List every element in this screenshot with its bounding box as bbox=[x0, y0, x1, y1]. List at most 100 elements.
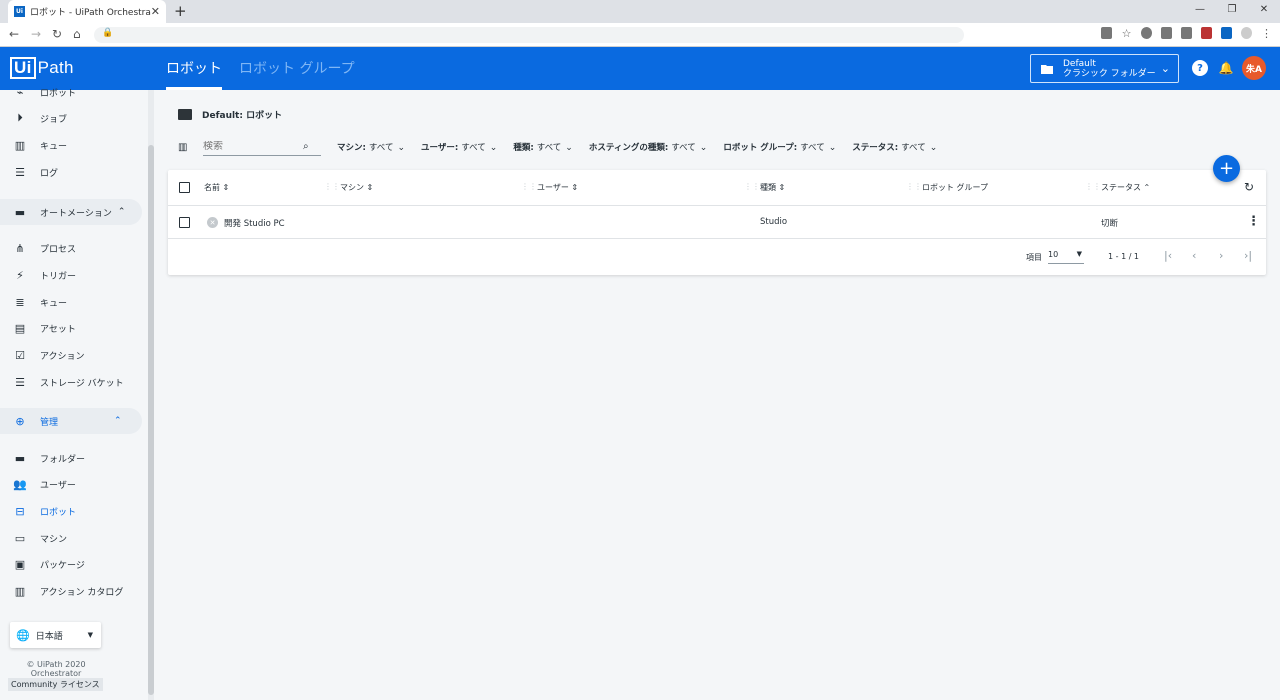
translate-icon[interactable] bbox=[1101, 27, 1112, 39]
sidebar-item-storage-buckets[interactable]: ☰ ストレージ バケット bbox=[12, 372, 124, 392]
previous-page-icon[interactable]: ‹ bbox=[1192, 249, 1196, 262]
reload-icon[interactable]: ↻ bbox=[52, 27, 62, 41]
filter-status[interactable]: ステータス: すべて ⌄ bbox=[852, 141, 937, 153]
page-size-label: 項目 bbox=[1026, 253, 1042, 262]
column-resize-handle[interactable]: ⋮⋮ bbox=[521, 182, 537, 191]
restore-button[interactable]: ❐ bbox=[1216, 0, 1248, 23]
sidebar-item-robots[interactable]: ⌁ ロボット bbox=[12, 82, 76, 102]
add-robot-button[interactable]: + bbox=[1213, 155, 1240, 182]
package-icon: ▣ bbox=[14, 557, 26, 571]
avatar[interactable]: 朱A bbox=[1242, 56, 1266, 80]
search-input[interactable] bbox=[203, 141, 303, 152]
sidebar-section-automation[interactable]: ▬ オートメーション ⌃ bbox=[0, 199, 142, 225]
filter-type[interactable]: 種類: すべて ⌄ bbox=[513, 141, 573, 153]
column-resize-handle[interactable]: ⋮⋮ bbox=[906, 182, 922, 191]
sidebar-scroll-thumb[interactable] bbox=[148, 145, 154, 695]
sidebar-item-robots-admin[interactable]: ⊟ ロボット bbox=[12, 501, 76, 521]
search-icon[interactable]: ⌕ bbox=[303, 141, 309, 152]
row-checkbox[interactable] bbox=[179, 217, 190, 228]
help-icon[interactable]: ? bbox=[1192, 60, 1208, 76]
table-row[interactable]: ✕ 開発 Studio PC Studio 切断 ⋮ bbox=[168, 207, 1266, 239]
pdf-icon[interactable] bbox=[1201, 27, 1212, 39]
column-header-status[interactable]: ステータス ⌃ bbox=[1101, 182, 1150, 193]
product-name: Orchestrator bbox=[30, 669, 82, 678]
camera-icon[interactable] bbox=[1161, 27, 1172, 39]
more-options-icon[interactable]: ⋮ bbox=[1247, 214, 1260, 229]
sidebar-item-action-catalogs[interactable]: ▥ アクション カタログ bbox=[12, 581, 124, 601]
last-page-icon[interactable]: ›| bbox=[1244, 249, 1252, 262]
sidebar-item-processes[interactable]: ⋔ プロセス bbox=[12, 238, 76, 258]
filter-hosting-type[interactable]: ホスティングの種類: すべて ⌄ bbox=[589, 141, 707, 153]
close-window-button[interactable]: ✕ bbox=[1248, 0, 1280, 23]
column-resize-handle[interactable]: ⋮⋮ bbox=[1085, 182, 1101, 191]
robot-icon: ⊟ bbox=[15, 504, 25, 518]
tab-close-icon[interactable]: ✕ bbox=[151, 5, 160, 18]
extension-icon[interactable] bbox=[1181, 27, 1192, 39]
address-bar-row: ← → ↻ ⌂ 🔒 ☆ ⋮ bbox=[0, 23, 1280, 47]
chevron-up-icon: ⌃ bbox=[117, 207, 126, 217]
tab-robot-groups[interactable]: ロボット グループ bbox=[239, 47, 355, 90]
minimize-button[interactable]: — bbox=[1184, 0, 1216, 23]
extension-icons: ☆ ⋮ bbox=[1101, 27, 1272, 40]
select-all-checkbox[interactable] bbox=[179, 182, 190, 193]
column-header-type[interactable]: 種類 ⇕ bbox=[760, 182, 785, 193]
uipath-logo[interactable]: Ui Path bbox=[10, 57, 74, 79]
column-header-user[interactable]: ユーザー ⇕ bbox=[537, 182, 578, 193]
column-resize-handle[interactable]: ⋮⋮ bbox=[744, 182, 760, 191]
column-header-name[interactable]: 名前 ⇕ bbox=[204, 182, 229, 193]
refresh-icon[interactable]: ↻ bbox=[1244, 180, 1254, 194]
sidebar-item-jobs[interactable]: ⏵ ジョブ bbox=[12, 108, 67, 128]
menu-dots-icon[interactable]: ⋮ bbox=[1261, 27, 1272, 40]
breadcrumb: Default: ロボット bbox=[178, 108, 282, 121]
robot-icon: ⌁ bbox=[16, 85, 24, 99]
column-header-machine[interactable]: マシン ⇕ bbox=[340, 182, 373, 193]
column-header-robot-group[interactable]: ロボット グループ bbox=[922, 182, 988, 193]
sidebar-item-queues[interactable]: ▥ キュー bbox=[12, 135, 67, 155]
first-page-icon[interactable]: |‹ bbox=[1164, 249, 1172, 262]
filter-bar: ▥ ⌕ マシン: すべて⌄ ユーザー: すべて⌄ 種類: すべて⌄ ホスティング… bbox=[178, 138, 953, 156]
sidebar-item-machines[interactable]: ▭ マシン bbox=[12, 528, 67, 548]
star-icon[interactable]: ☆ bbox=[1121, 27, 1132, 40]
browser-tab[interactable]: Ui ロボット - UiPath Orchestrator ✕ bbox=[8, 0, 166, 23]
sidebar-item-queues-auto[interactable]: ≣ キュー bbox=[12, 292, 67, 312]
page-size-select[interactable]: 10 ▼ bbox=[1048, 250, 1084, 264]
sidebar-item-triggers[interactable]: ⚡ トリガー bbox=[12, 265, 76, 285]
storage-icon: ☰ bbox=[15, 375, 25, 389]
filter-machine[interactable]: マシン: すべて ⌄ bbox=[337, 141, 405, 153]
uipath-extension-icon[interactable] bbox=[1221, 27, 1232, 39]
sidebar-item-actions[interactable]: ☑ アクション bbox=[12, 345, 85, 365]
filter-user[interactable]: ユーザー: すべて ⌄ bbox=[421, 141, 497, 153]
play-icon: ⏵ bbox=[17, 111, 23, 124]
notification-bell-icon[interactable]: 🔔 bbox=[1218, 60, 1234, 76]
folder-type: クラシック フォルダー bbox=[1063, 68, 1156, 79]
window-controls: — ❐ ✕ bbox=[1184, 0, 1280, 23]
filter-robot-group[interactable]: ロボット グループ: すべて ⌄ bbox=[723, 141, 836, 153]
next-page-icon[interactable]: › bbox=[1219, 249, 1223, 262]
language-selector[interactable]: 🌐 日本語 ▼ bbox=[10, 622, 101, 648]
profile-icon[interactable] bbox=[1241, 27, 1252, 39]
column-resize-handle[interactable]: ⋮⋮ bbox=[324, 182, 340, 191]
language-label: 日本語 bbox=[35, 631, 63, 642]
sidebar-section-admin[interactable]: ⊕ 管理 ⌃ bbox=[0, 408, 142, 434]
extension-icon[interactable] bbox=[1141, 27, 1152, 39]
folder-icon bbox=[178, 109, 192, 120]
folder-selector[interactable]: Default クラシック フォルダー ⌄ bbox=[1030, 54, 1179, 83]
sidebar-item-assets[interactable]: ▤ アセット bbox=[12, 318, 76, 338]
address-input[interactable]: 🔒 bbox=[94, 27, 964, 43]
lock-icon: 🔒 bbox=[102, 28, 114, 38]
sidebar-item-packages[interactable]: ▣ パッケージ bbox=[12, 554, 85, 574]
license-link[interactable]: Community ライセンス bbox=[8, 678, 103, 691]
search-field[interactable]: ⌕ bbox=[203, 138, 321, 156]
sidebar-item-logs[interactable]: ☰ ログ bbox=[12, 162, 58, 182]
robots-table-card: 名前 ⇕ ⋮⋮ マシン ⇕ ⋮⋮ ユーザー ⇕ ⋮⋮ 種類 ⇕ ⋮⋮ ロボット … bbox=[168, 170, 1266, 275]
home-icon[interactable]: ⌂ bbox=[73, 27, 81, 41]
forward-icon[interactable]: → bbox=[31, 27, 41, 41]
sidebar-item-folders[interactable]: ▬ フォルダー bbox=[12, 448, 85, 468]
chevron-down-icon: ⌄ bbox=[828, 143, 837, 153]
back-icon[interactable]: ← bbox=[9, 27, 19, 41]
folder-icon: ▬ bbox=[14, 205, 26, 219]
tab-robots[interactable]: ロボット bbox=[166, 47, 222, 90]
sidebar-item-users[interactable]: 👥 ユーザー bbox=[12, 474, 76, 494]
columns-icon[interactable]: ▥ bbox=[178, 142, 189, 153]
new-tab-button[interactable]: + bbox=[174, 2, 187, 20]
